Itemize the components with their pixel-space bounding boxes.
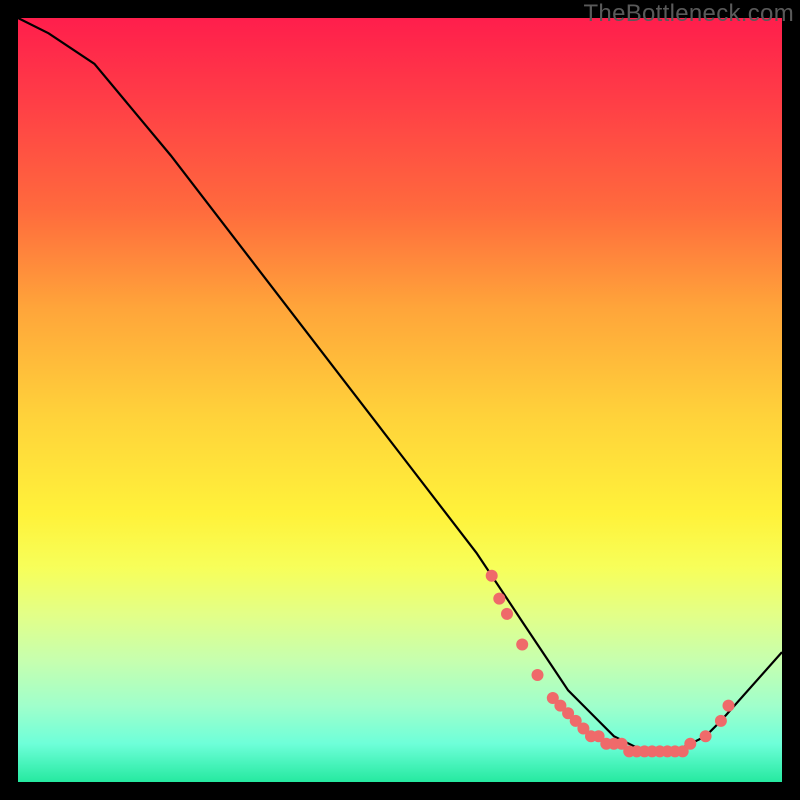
curve-line [18,18,782,751]
chart-svg [18,18,782,782]
marker-dot [700,730,712,742]
marker-dot [501,608,513,620]
marker-dot [493,593,505,605]
plot-area [18,18,782,782]
marker-dot [684,738,696,750]
stage: TheBottleneck.com [0,0,800,800]
marker-dot [486,570,498,582]
watermark-text: TheBottleneck.com [583,0,794,28]
marker-dot [516,639,528,651]
marker-dot [715,715,727,727]
marker-dot [532,669,544,681]
marker-group [486,570,735,758]
marker-dot [723,700,735,712]
